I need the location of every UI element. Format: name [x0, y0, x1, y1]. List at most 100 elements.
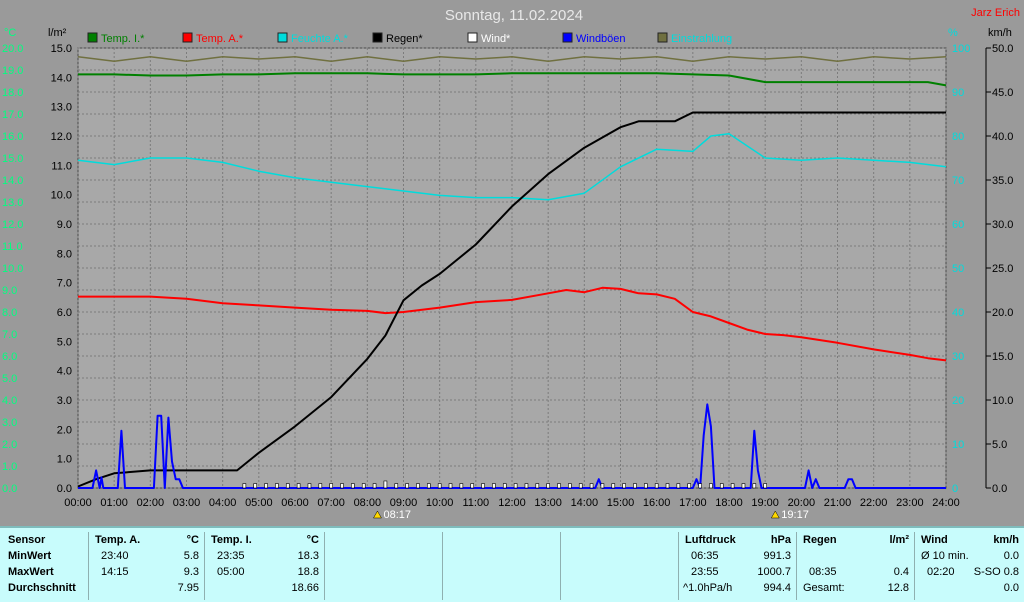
stats-row-avg-label: Durchschnitt: [8, 582, 76, 594]
time-tick-label: 14:00: [571, 497, 599, 509]
stats-temp-a-min-value: 5.8: [183, 550, 199, 562]
time-tick-label: 21:00: [824, 497, 852, 509]
wind-bar: [524, 483, 529, 489]
rain-tick-label: 5.0: [57, 336, 72, 348]
time-tick-label: 05:00: [245, 497, 273, 509]
legend-item-feuchte: Feuchte A.*: [277, 32, 349, 45]
rain-tick-label: 13.0: [51, 102, 72, 114]
wind-bar: [351, 483, 355, 489]
wind-bar: [600, 483, 605, 489]
wind-tick-label: 30.0: [992, 219, 1013, 231]
humidity-tick-label: 10: [952, 439, 964, 451]
temp-tick-label: 7.0: [2, 329, 17, 341]
wind-bar: [318, 483, 323, 489]
time-tick-label: 23:00: [896, 497, 924, 509]
stats-temp-i-avg-value: 18.66: [291, 582, 319, 594]
legend-label-wind: Wind*: [481, 33, 511, 45]
legend-swatch-windboeen: [562, 32, 573, 43]
time-tick-label: 10:00: [426, 497, 454, 509]
wind-bar: [285, 483, 290, 489]
statistics-panel: Sensor MinWert MaxWert Durchschnitt Temp…: [0, 526, 1024, 602]
stats-temp-a-header: Temp. A.: [95, 534, 141, 546]
humidity-tick-label: 60: [952, 219, 964, 231]
wind-tick-label: 50.0: [992, 43, 1013, 55]
stats-wind-max-time: 02:20: [927, 566, 955, 578]
wind-bar: [264, 483, 268, 489]
legend-label-windboeen: Windböen: [576, 33, 626, 45]
humidity-tick-label: 70: [952, 175, 964, 187]
temp-tick-label: 12.0: [2, 219, 23, 231]
stats-temp-i-min-time: 23:35: [217, 550, 245, 562]
wind-bar: [416, 483, 420, 489]
chart-title: Sonntag, 11.02.2024: [445, 7, 583, 24]
humidity-axis-unit: %: [948, 27, 958, 39]
temp-tick-label: 10.0: [2, 263, 23, 275]
sunrise-icon: [373, 510, 382, 519]
wind-bar: [535, 483, 540, 489]
wind-bar: [644, 483, 648, 489]
rain-tick-label: 1.0: [57, 454, 72, 466]
stats-temp-i-max-value: 18.8: [297, 566, 319, 578]
wind-bar: [698, 483, 702, 489]
stats-wind-unit: km/h: [993, 534, 1019, 546]
legend-label-temp-i: Temp. I.*: [101, 33, 145, 45]
temp-tick-label: 11.0: [2, 241, 23, 253]
legend-item-regen: Regen*: [372, 32, 423, 45]
time-tick-label: 17:00: [679, 497, 707, 509]
time-tick-label: 22:00: [860, 497, 888, 509]
wind-bar: [448, 483, 453, 489]
humidity-tick-label: 50: [952, 263, 964, 275]
wind-tick-label: 0.0: [992, 483, 1007, 495]
temp-tick-label: 9.0: [2, 285, 17, 297]
wind-axis-unit: km/h: [988, 27, 1012, 39]
temp-tick-label: 17.0: [2, 109, 23, 121]
temp-tick-label: 15.0: [2, 153, 23, 165]
sunrise-label: 08:17: [383, 509, 411, 521]
wind-bar: [307, 483, 312, 489]
temp-tick-label: 14.0: [2, 175, 23, 187]
wind-bar: [361, 483, 366, 489]
time-tick-label: 20:00: [788, 497, 816, 509]
legend-item-temp-a: Temp. A.*: [182, 32, 244, 45]
stats-regen-unit: l/m²: [889, 534, 909, 546]
legend-swatch-temp-a: [182, 32, 193, 43]
rain-tick-label: 4.0: [57, 366, 72, 378]
rain-tick-label: 14.0: [51, 72, 72, 84]
wind-bar: [568, 483, 572, 489]
stats-regen-header: Regen: [803, 534, 837, 546]
wind-bar: [513, 483, 518, 489]
wind-bar: [752, 483, 757, 489]
stats-wind-avg10-value: 0.0: [1003, 550, 1019, 562]
wind-tick-label: 25.0: [992, 263, 1013, 275]
time-tick-label: 00:00: [64, 497, 92, 509]
stats-wind-max-value: S-SO 0.8: [973, 566, 1019, 578]
time-tick-label: 02:00: [137, 497, 165, 509]
rain-tick-label: 2.0: [57, 424, 72, 436]
stats-col-sensor: Sensor MinWert MaxWert Durchschnitt: [2, 532, 88, 600]
sunset-label: 19:17: [781, 509, 809, 521]
time-axis: 00:00 01:00 02:00 03:00 04:00 05:00 06:00 07:00…: [64, 497, 960, 509]
wind-bar: [665, 483, 670, 489]
wind-bar: [633, 483, 637, 489]
stats-regen-total-value: 12.8: [887, 582, 909, 594]
stats-luftdruck-header: Luftdruck: [685, 534, 736, 546]
legend-swatch-wind: [467, 32, 478, 43]
sun-annotations: 08:17 19:17: [373, 509, 809, 521]
wind-bar: [405, 483, 409, 489]
stats-temp-a-avg-value: 7.95: [177, 582, 199, 594]
wind-bar: [741, 483, 746, 489]
wind-tick-label: 40.0: [992, 131, 1013, 143]
temp-tick-label: 2.0: [2, 439, 17, 451]
stats-wind-header: Wind: [921, 534, 948, 546]
time-tick-label: 06:00: [281, 497, 309, 509]
wind-bar: [709, 483, 713, 489]
stats-regen-total-label: Gesamt:: [803, 582, 845, 594]
wind-bar: [502, 483, 507, 489]
time-tick-label: 12:00: [498, 497, 526, 509]
time-tick-label: 19:00: [751, 497, 779, 509]
legend: Temp. I.* Temp. A.* Feuchte A.* Regen* W…: [87, 32, 732, 45]
legend-swatch-regen: [372, 32, 383, 43]
stats-wind-avg-value: 0.0: [1003, 582, 1019, 594]
wind-bar: [492, 483, 496, 489]
wind-bar: [253, 483, 258, 489]
